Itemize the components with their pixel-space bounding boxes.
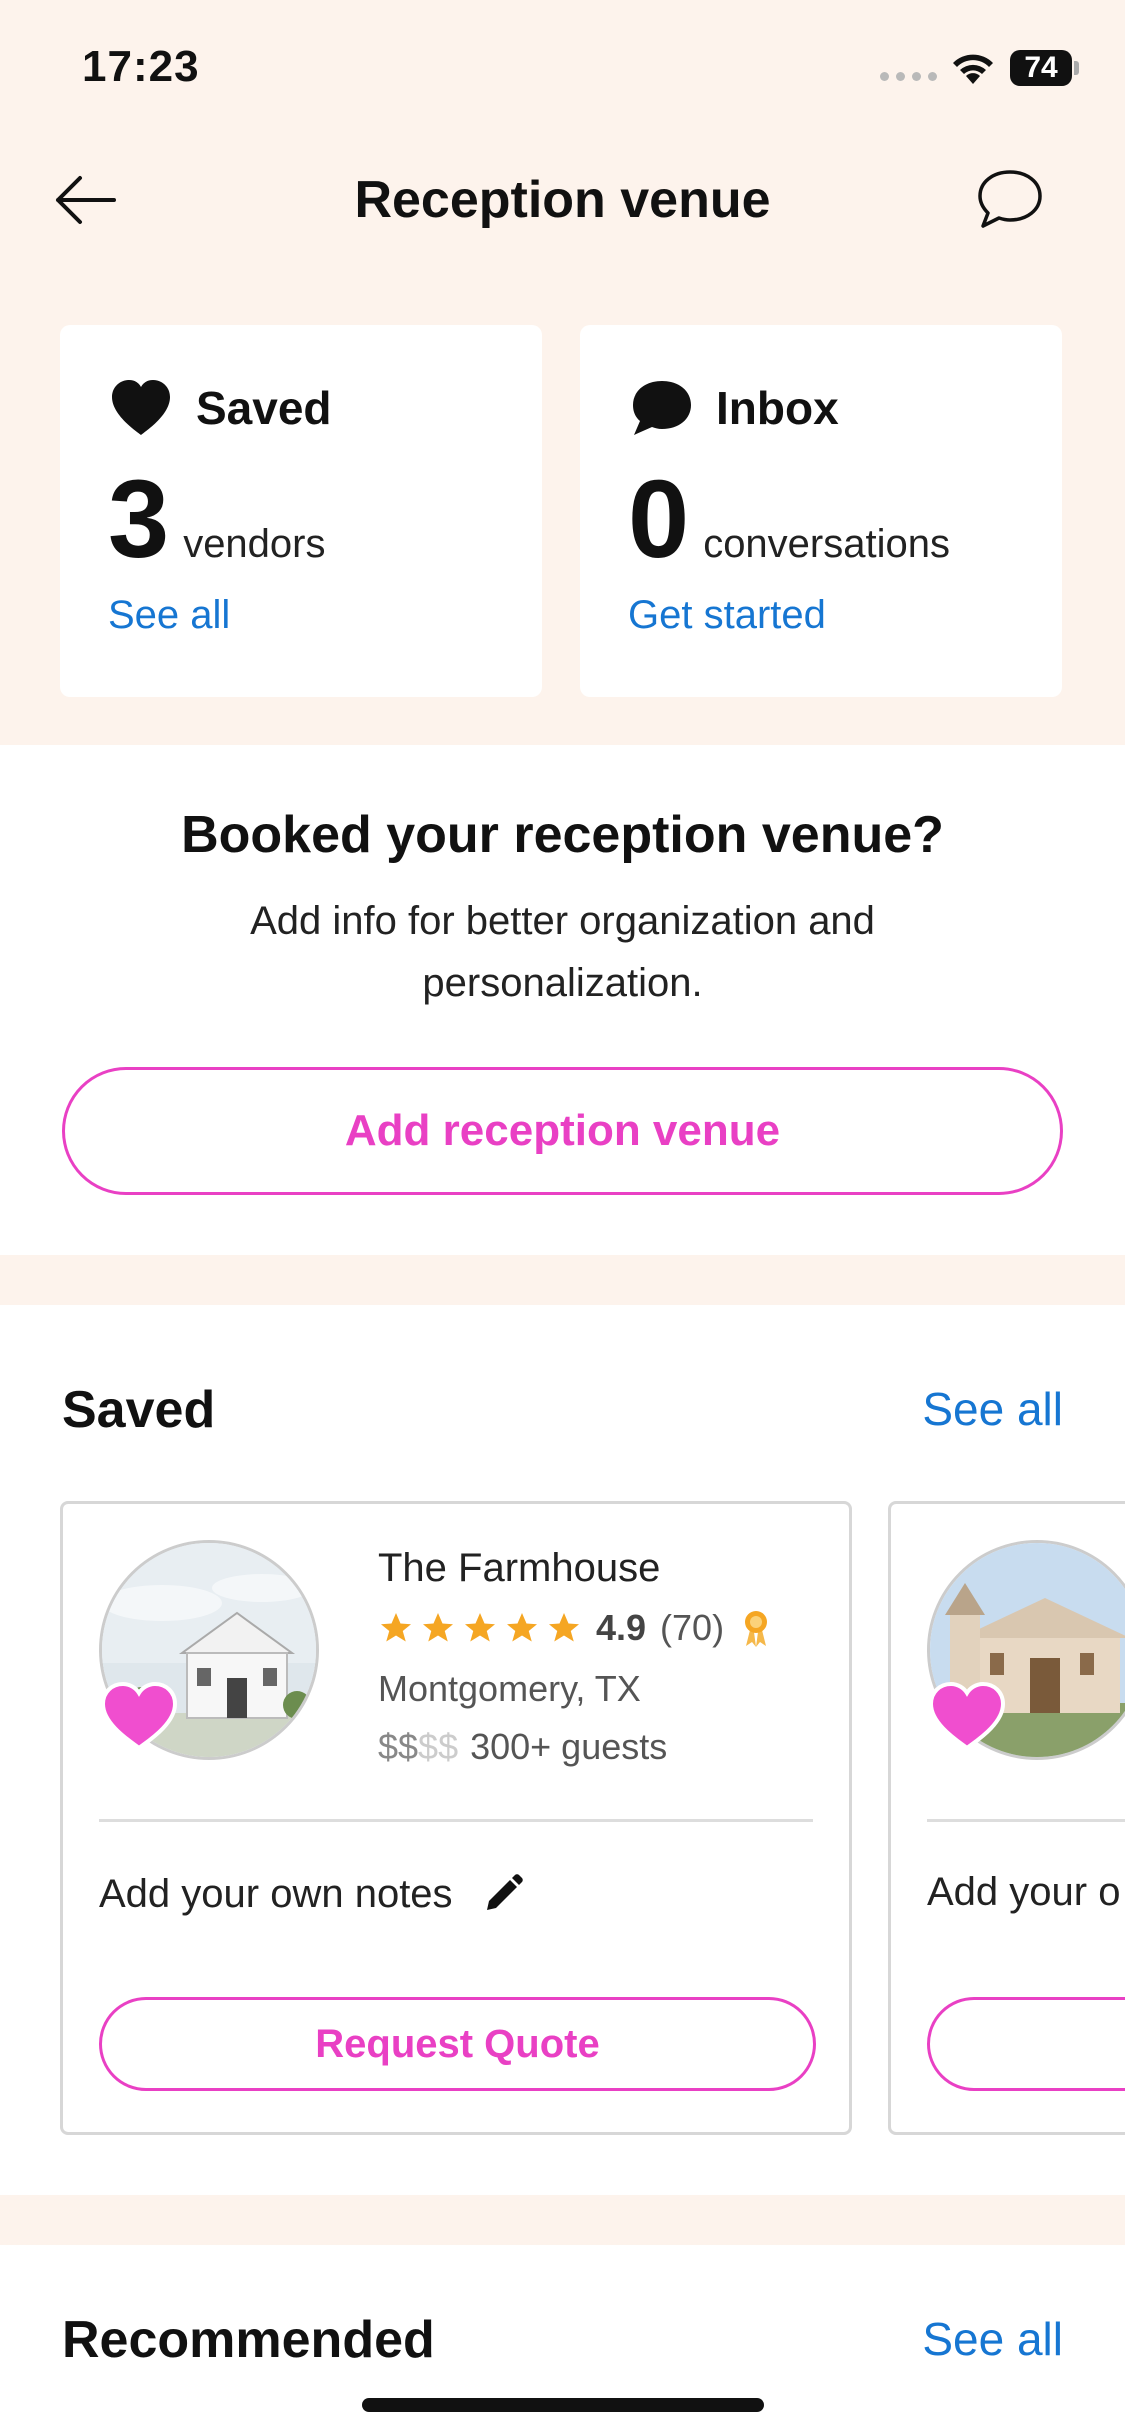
saved-section: Saved See all The Farmhouse 4.9 (70) Mon… — [0, 1305, 1125, 2195]
star-icon — [465, 1613, 495, 1642]
vendor-price: $$$$ 300+ guests — [378, 1726, 667, 1768]
saved-summary-title: Saved — [196, 382, 332, 434]
vendor-rating-value: 4.9 — [596, 1607, 647, 1648]
booked-description: Add info for better organization and per… — [250, 899, 875, 1005]
star-icon — [381, 1613, 411, 1642]
battery-tip — [1074, 61, 1079, 75]
inbox-summary-title: Inbox — [716, 382, 839, 434]
home-indicator[interactable] — [362, 2398, 764, 2412]
status-bar: 17:23 74 — [0, 0, 1125, 140]
saved-heart-icon[interactable] — [927, 1680, 1007, 1752]
recommended-see-all-link[interactable]: See all — [922, 2312, 1063, 2366]
battery-icon: 74 — [1010, 50, 1072, 86]
add-notes-row[interactable]: Add your own notes — [99, 1870, 527, 1918]
saved-heart-icon[interactable] — [99, 1680, 179, 1752]
booked-title: Booked your reception venue? — [181, 806, 944, 864]
saved-count: 3 — [108, 458, 170, 581]
inbox-get-started-link[interactable]: Get started — [628, 593, 826, 638]
page-title: Reception venue — [354, 171, 771, 229]
award-badge-icon — [745, 1611, 768, 1647]
add-notes-label: Add your own notes — [99, 1871, 453, 1916]
inbox-count: 0 — [628, 458, 690, 581]
nav-bar: Reception venue — [0, 150, 1125, 250]
inbox-summary-card[interactable]: Inbox 0 conversations Get started — [580, 325, 1062, 697]
star-icon — [549, 1613, 579, 1642]
star-icon — [507, 1613, 537, 1642]
request-quote-button[interactable]: Request Quote — [99, 1997, 816, 2091]
inbox-unit: conversations — [703, 522, 950, 566]
add-reception-venue-button[interactable]: Add reception venue — [62, 1067, 1063, 1195]
saved-section-see-all-link[interactable]: See all — [922, 1382, 1063, 1436]
saved-unit: vendors — [183, 522, 326, 566]
add-notes-row[interactable]: Add your o — [927, 1870, 1120, 1915]
cellular-signal-icon — [880, 72, 937, 81]
request-quote-button[interactable] — [927, 1997, 1125, 2091]
chat-bubble-icon[interactable] — [975, 166, 1045, 232]
add-notes-label: Add your o — [927, 1870, 1121, 1914]
section-divider — [0, 2195, 1125, 2245]
recommended-section-title: Recommended — [62, 2311, 435, 2369]
section-divider — [0, 1255, 1125, 1305]
vendor-name[interactable]: The Farmhouse — [378, 1546, 660, 1591]
status-time: 17:23 — [82, 42, 200, 91]
wifi-icon — [953, 54, 993, 84]
saved-section-title: Saved — [62, 1381, 216, 1439]
vendor-card[interactable]: The Farmhouse 4.9 (70) Montgomery, TX $$… — [60, 1501, 852, 2135]
booked-venue-section: Booked your reception venue? Add info fo… — [0, 745, 1125, 1255]
saved-see-all-link[interactable]: See all — [108, 593, 230, 638]
star-icon — [423, 1613, 453, 1642]
saved-summary-card[interactable]: Saved 3 vendors See all — [60, 325, 542, 697]
vendor-guest-capacity: 300+ guests — [470, 1726, 668, 1767]
chat-bubble-filled-icon — [633, 381, 691, 435]
vendor-review-count: (70) — [660, 1607, 725, 1648]
vendor-card[interactable]: Add your o — [888, 1501, 1125, 2135]
price-level-active: $$ — [378, 1726, 419, 1767]
vendor-rating: 4.9 (70) — [378, 1607, 772, 1649]
pencil-icon[interactable] — [479, 1870, 527, 1918]
card-divider — [927, 1819, 1125, 1822]
card-divider — [99, 1819, 813, 1822]
vendor-location: Montgomery, TX — [378, 1668, 641, 1709]
price-level-inactive: $$ — [418, 1726, 459, 1767]
heart-icon — [112, 380, 170, 435]
